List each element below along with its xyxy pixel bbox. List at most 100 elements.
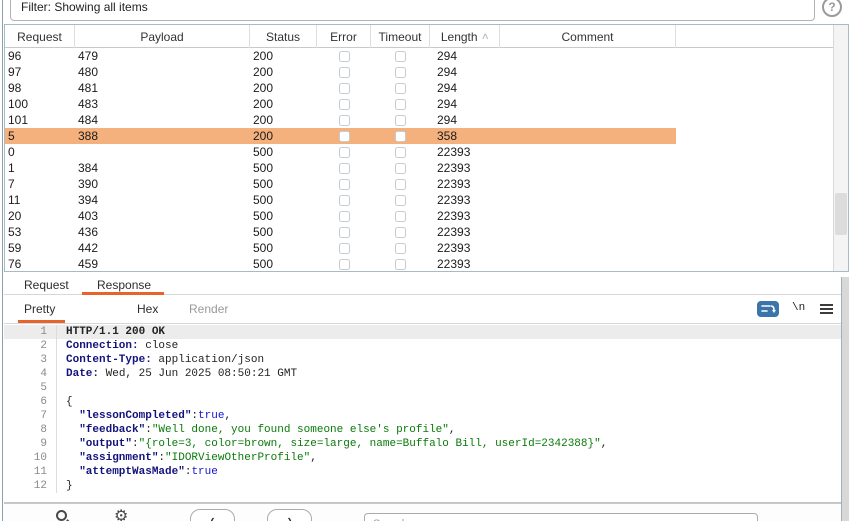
cell-request: 76 (5, 256, 75, 271)
column-header-label: Timeout (379, 30, 422, 44)
help-icon[interactable]: ? (822, 0, 842, 17)
error-checkbox (339, 67, 350, 78)
cell-timeout (371, 160, 430, 176)
filter-bar[interactable]: Filter: Showing all items (10, 0, 815, 21)
scrollbar-thumb[interactable] (835, 193, 847, 235)
active-view-underline (18, 320, 65, 323)
code-line-text: "lessonCompleted":true, (57, 409, 231, 423)
table-row[interactable]: 2040350022393 (5, 208, 676, 224)
cell-request: 96 (5, 48, 75, 64)
cell-comment (500, 48, 676, 64)
table-row[interactable]: 138450022393 (5, 160, 676, 176)
cell-comment (500, 176, 676, 192)
cell-comment (500, 256, 676, 271)
timeout-checkbox (395, 99, 406, 110)
column-header-comment[interactable]: Comment (500, 25, 676, 48)
cell-timeout (371, 48, 430, 64)
column-header-label: Error (330, 30, 357, 44)
code-line: 6{ (4, 395, 841, 409)
tab-hex[interactable]: Hex (137, 302, 158, 316)
line-number: 4 (4, 367, 57, 381)
column-header-label: Payload (140, 30, 183, 44)
filter-label: Filter: Showing all items (21, 0, 148, 14)
code-line: 8 "feedback":"Well done, you found someo… (4, 423, 841, 437)
cell-timeout (371, 256, 430, 271)
cell-status: 500 (250, 256, 317, 271)
cell-length: 294 (430, 48, 500, 64)
tab-request[interactable]: Request (24, 277, 69, 295)
column-header-status[interactable]: Status (250, 25, 317, 48)
editor-menu-icon[interactable] (820, 304, 833, 316)
line-number: 1 (4, 325, 57, 339)
newline-toggle[interactable]: \n (792, 302, 805, 314)
cell-error (317, 240, 371, 256)
table-row[interactable]: 100483200294 (5, 96, 676, 112)
cell-payload: 483 (75, 96, 250, 112)
cell-comment (500, 64, 676, 80)
cell-status: 200 (250, 128, 317, 144)
cell-status: 200 (250, 112, 317, 128)
column-header-request[interactable]: Request (5, 25, 75, 48)
cell-error (317, 128, 371, 144)
next-match-button[interactable]: › (267, 509, 312, 521)
cell-request: 0 (5, 144, 75, 160)
cell-comment (500, 240, 676, 256)
code-line: 9 "output":"{role=3, color=brown, size=l… (4, 437, 841, 451)
results-table-main: Request Payload Status Error Timeout Length∧C… (5, 25, 833, 271)
code-line-text: "attemptWasMade":true (57, 465, 218, 479)
search-settings-gear-icon[interactable]: ⚙ (114, 506, 128, 521)
cell-status: 200 (250, 64, 317, 80)
table-row[interactable]: 739050022393 (5, 176, 676, 192)
cell-request: 59 (5, 240, 75, 256)
response-editor[interactable]: 1HTTP/1.1 200 OK2Connection: close3Conte… (4, 325, 841, 503)
view-tabs-row: Pretty Hex Render \n (4, 296, 841, 324)
cell-error (317, 144, 371, 160)
error-checkbox (339, 259, 350, 270)
table-row[interactable]: 1139450022393 (5, 192, 676, 208)
cell-error (317, 176, 371, 192)
timeout-checkbox (395, 147, 406, 158)
table-scrollbar[interactable] (833, 25, 848, 271)
table-row[interactable]: 101484200294 (5, 112, 676, 128)
code-line: 10 "assignment":"IDORViewOtherProfile", (4, 451, 841, 465)
line-number: 5 (4, 381, 57, 395)
table-row[interactable]: 7645950022393 (5, 256, 676, 271)
table-body: 9647920029497480200294984812002941004832… (5, 48, 833, 271)
table-row[interactable]: 97480200294 (5, 64, 676, 80)
line-number: 3 (4, 353, 57, 367)
line-number: 10 (4, 451, 57, 465)
tab-pretty[interactable]: Pretty (24, 302, 55, 316)
code-line-text: Date: Wed, 25 Jun 2025 08:50:21 GMT (57, 367, 297, 381)
cell-timeout (371, 208, 430, 224)
table-row[interactable]: 96479200294 (5, 48, 676, 64)
column-header-length[interactable]: Length∧ (430, 25, 500, 48)
prettify-icon[interactable] (757, 301, 779, 317)
column-header-timeout[interactable]: Timeout (371, 25, 430, 48)
search-icon[interactable] (56, 510, 67, 521)
search-input[interactable] (364, 513, 758, 521)
table-row[interactable]: 5343650022393 (5, 224, 676, 240)
sort-asc-icon: ∧ (480, 31, 489, 42)
code-line-text: { (57, 395, 73, 409)
cell-timeout (371, 112, 430, 128)
column-header-error[interactable]: Error (317, 25, 371, 48)
table-row[interactable]: 050022393 (5, 144, 676, 160)
cell-comment (500, 96, 676, 112)
prev-match-button[interactable]: ‹ (190, 509, 235, 521)
cell-error (317, 224, 371, 240)
error-checkbox (339, 243, 350, 254)
cell-payload: 390 (75, 176, 250, 192)
line-number: 6 (4, 395, 57, 409)
table-row[interactable]: 98481200294 (5, 80, 676, 96)
chevron-right-icon: › (287, 512, 291, 521)
cell-request: 97 (5, 64, 75, 80)
column-header-payload[interactable]: Payload (75, 25, 250, 48)
code-line-text: "feedback":"Well done, you found someone… (57, 423, 456, 437)
cell-timeout (371, 80, 430, 96)
table-row[interactable]: 5944250022393 (5, 240, 676, 256)
cell-timeout (371, 144, 430, 160)
timeout-checkbox (395, 227, 406, 238)
table-row[interactable]: 5388200358 (5, 128, 676, 144)
cell-length: 294 (430, 96, 500, 112)
code-line: 4Date: Wed, 25 Jun 2025 08:50:21 GMT (4, 367, 841, 381)
